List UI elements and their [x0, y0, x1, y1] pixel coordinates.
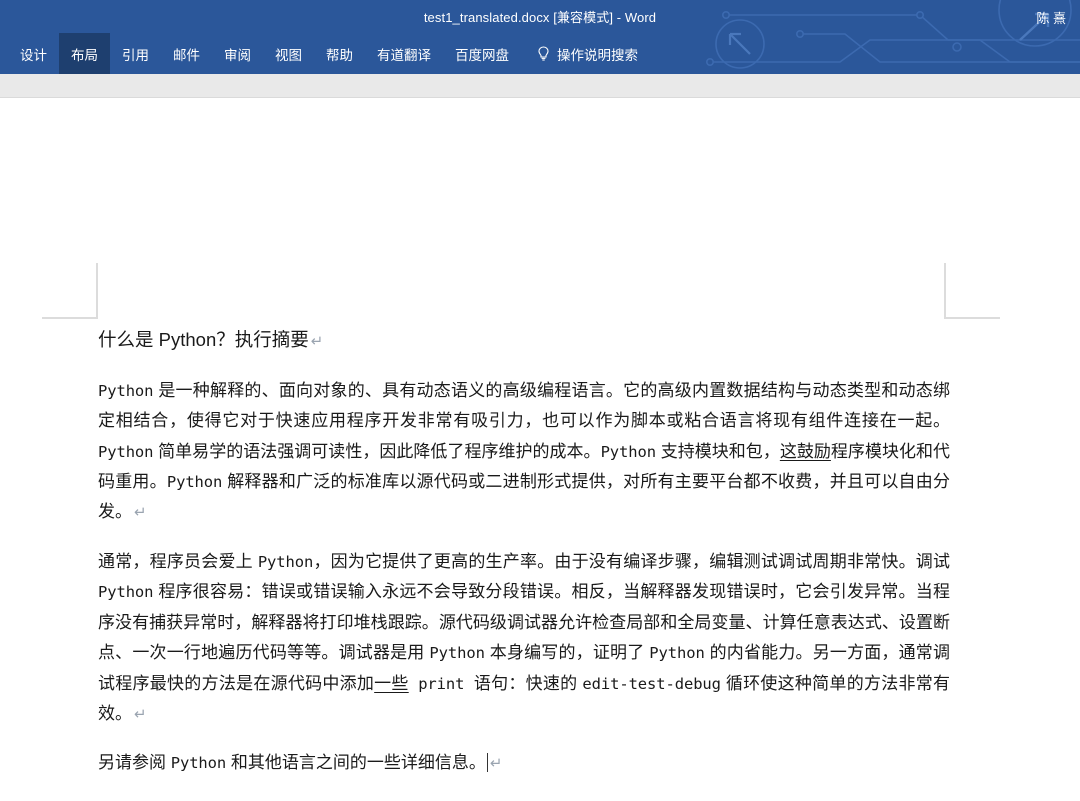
p2-text-2: ，因为它提供了更高的生产率。由于没有编译步骤，编辑测试调试周期非常快。调试	[313, 551, 950, 571]
lightbulb-icon	[537, 45, 550, 62]
p1-python-3: Python	[600, 442, 657, 461]
p2-underlined-text[interactable]: 一些	[374, 674, 409, 693]
p2-text-1: 通常，程序员会爱上	[98, 551, 258, 571]
tab-layout[interactable]: 布局	[59, 33, 110, 74]
heading-text: 什么是 Python？执行摘要	[98, 329, 309, 350]
margin-marker-top-right	[944, 263, 1000, 319]
p1-text-1: 是一种解释的、面向对象的、具有动态语义的高级编程语言。它的高级内置数据结构与动态…	[98, 380, 950, 431]
paragraph-mark: ↵	[489, 755, 503, 773]
document-paragraph-2: 通常，程序员会爱上 Python，因为它提供了更高的生产率。由于没有编译步骤，编…	[98, 547, 950, 730]
ribbon-tab-bar: 设计 布局 引用 邮件 审阅 视图 帮助 有道翻译 百度网盘 操作说明搜索	[0, 33, 1080, 74]
p3-text-2: 和其他语言之间的一些详细信息。	[226, 753, 486, 773]
document-text-column[interactable]: 什么是 Python？执行摘要 ↵ Python 是一种解释的、面向对象的、具有动…	[98, 326, 950, 779]
p2-python-2: Python	[98, 583, 154, 602]
p1-text-2: 简单易学的语法强调可读性，因此降低了程序维护的成本。	[153, 441, 601, 461]
p1-python-4: Python	[166, 473, 223, 492]
document-heading: 什么是 Python？执行摘要 ↵	[98, 326, 950, 354]
p2-code-print: print	[408, 674, 474, 693]
tab-help[interactable]: 帮助	[314, 33, 365, 74]
tab-youdao-translate[interactable]: 有道翻译	[365, 33, 443, 74]
p2-python-1: Python	[257, 552, 314, 571]
p1-text-5: 解释器和广泛的标准库以源代码或二进制形式提供，对所有主要平台都不收费，并且可以自…	[98, 472, 950, 522]
tell-me-label: 操作说明搜索	[557, 47, 638, 63]
paragraph-mark: ↵	[134, 705, 147, 723]
tab-view[interactable]: 视图	[263, 33, 314, 74]
margin-marker-top-left	[42, 263, 98, 319]
document-canvas[interactable]: 什么是 Python？执行摘要 ↵ Python 是一种解释的、面向对象的、具有动…	[0, 98, 1080, 800]
p2-code-edit-test-debug: edit-test-debug	[582, 674, 721, 693]
p2-python-3: Python	[429, 644, 485, 663]
paragraph-mark: ↵	[310, 333, 324, 350]
document-paragraph-3: 另请参阅 Python 和其他语言之间的一些详细信息。 ↵	[98, 748, 950, 778]
p2-text-6: 语句：快速的	[473, 673, 583, 693]
p3-text-1: 另请参阅	[98, 753, 171, 773]
paragraph-mark: ↵	[134, 504, 147, 522]
p2-text-4: 本身编写的，证明了	[484, 643, 650, 663]
p1-python-2: Python	[98, 442, 154, 461]
p3-python-1: Python	[170, 754, 227, 773]
account-name[interactable]: 陈 熹	[1036, 8, 1066, 27]
document-page[interactable]: 什么是 Python？执行摘要 ↵ Python 是一种解释的、面向对象的、具有动…	[0, 98, 1080, 800]
tab-review[interactable]: 审阅	[212, 33, 263, 74]
tell-me-search[interactable]: 操作说明搜索	[521, 33, 650, 74]
tab-design[interactable]: 设计	[8, 33, 59, 74]
document-paragraph-1: Python 是一种解释的、面向对象的、具有动态语义的高级编程语言。它的高级内置…	[98, 376, 950, 528]
tab-mailings[interactable]: 邮件	[161, 33, 212, 74]
tab-references[interactable]: 引用	[110, 33, 161, 74]
p1-underlined-link[interactable]: 这鼓励	[780, 442, 831, 461]
p1-python-1: Python	[98, 381, 154, 400]
window-title: test1_translated.docx [兼容模式] - Word	[423, 10, 657, 25]
word-app-chrome: test1_translated.docx [兼容模式] - Word 陈 熹 …	[0, 0, 1080, 74]
tab-baidu-netdisk[interactable]: 百度网盘	[443, 33, 521, 74]
title-bar: test1_translated.docx [兼容模式] - Word	[0, 0, 1080, 33]
p2-python-4: Python	[649, 644, 705, 663]
p1-text-3: 支持模块和包，	[655, 441, 780, 461]
ribbon-command-area	[0, 74, 1080, 98]
